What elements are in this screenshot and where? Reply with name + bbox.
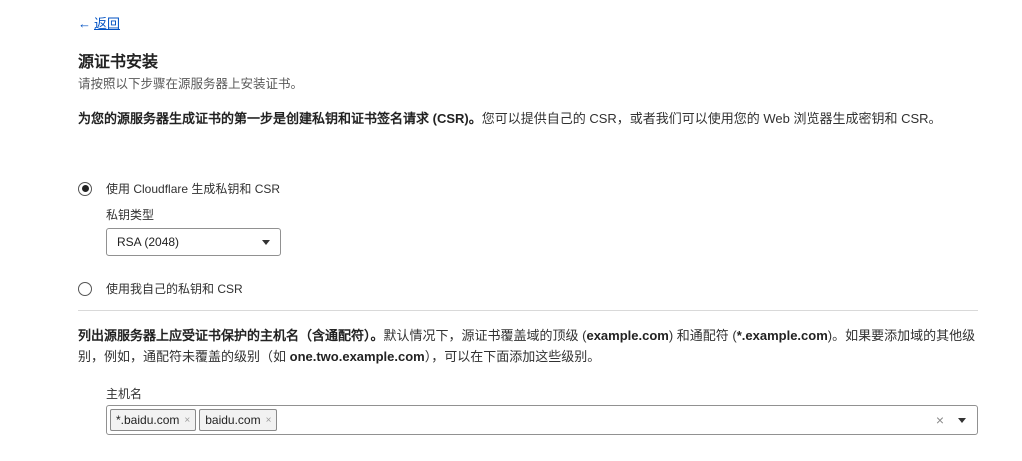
hostnames-desc-1: 默认情况下，源证书覆盖域的顶级 ( [383, 328, 587, 343]
hostnames-desc-bold: 列出源服务器上应受证书保护的主机名（含通配符）。 [78, 328, 384, 343]
back-link[interactable]: ← 返回 [78, 13, 120, 32]
caret-down-icon[interactable] [958, 417, 966, 423]
hostname-tag: baidu.com × [199, 409, 278, 431]
page-subtitle: 请按照以下步骤在源服务器上安装证书。 [78, 77, 304, 91]
close-icon[interactable]: × [266, 415, 272, 426]
section-divider [78, 310, 978, 311]
radio-cloudflare-generate[interactable]: 使用 Cloudflare 生成私钥和 CSR [78, 180, 280, 197]
intro-bold: 为您的源服务器生成证书的第一步是创建私钥和证书签名请求 (CSR)。 [78, 111, 482, 126]
hostname-tag: *.baidu.com × [110, 409, 197, 431]
intro-body: 您可以提供自己的 CSR，或者我们可以使用您的 Web 浏览器生成密钥和 CSR… [481, 111, 942, 126]
hostnames-desc-4: ），可以在下面添加这些级别。 [424, 349, 601, 364]
hostnames-example-level: one.two.example.com [289, 349, 425, 364]
radio-own-indicator[interactable] [78, 281, 92, 296]
hostnames-desc-2: ) 和通配符 ( [668, 328, 737, 343]
radio-cloudflare-indicator[interactable] [78, 181, 92, 196]
radio-own-label: 使用我自己的私钥和 CSR [106, 282, 243, 296]
key-type-label: 私钥类型 [106, 208, 155, 222]
arrow-left-icon: ← [78, 16, 91, 31]
radio-selected-dot [81, 185, 89, 192]
close-icon[interactable]: × [184, 415, 190, 426]
hostnames-label: 主机名 [106, 387, 143, 401]
caret-down-icon [262, 239, 270, 245]
hostnames-wildcard: *.example.com [736, 328, 828, 343]
radio-own-key[interactable]: 使用我自己的私钥和 CSR [78, 280, 243, 297]
hostnames-description: 列出源服务器上应受证书保护的主机名（含通配符）。默认情况下，源证书覆盖域的顶级 … [78, 325, 978, 367]
hostname-tag-label: baidu.com [205, 413, 261, 427]
radio-cloudflare-label: 使用 Cloudflare 生成私钥和 CSR [106, 182, 281, 196]
hostnames-input[interactable] [280, 406, 935, 434]
hostnames-multiselect[interactable]: *.baidu.com × baidu.com × × [106, 405, 978, 435]
page-title: 源证书安装 [78, 54, 159, 71]
clear-icon[interactable]: × [936, 412, 944, 428]
key-type-value: RSA (2048) [117, 235, 180, 249]
key-type-select[interactable]: RSA (2048) [106, 228, 281, 256]
back-link-label: 返回 [94, 16, 121, 31]
hostnames-apex: example.com [586, 328, 669, 343]
intro-text: 为您的源服务器生成证书的第一步是创建私钥和证书签名请求 (CSR)。您可以提供自… [78, 108, 978, 129]
hostname-tag-label: *.baidu.com [116, 413, 180, 427]
